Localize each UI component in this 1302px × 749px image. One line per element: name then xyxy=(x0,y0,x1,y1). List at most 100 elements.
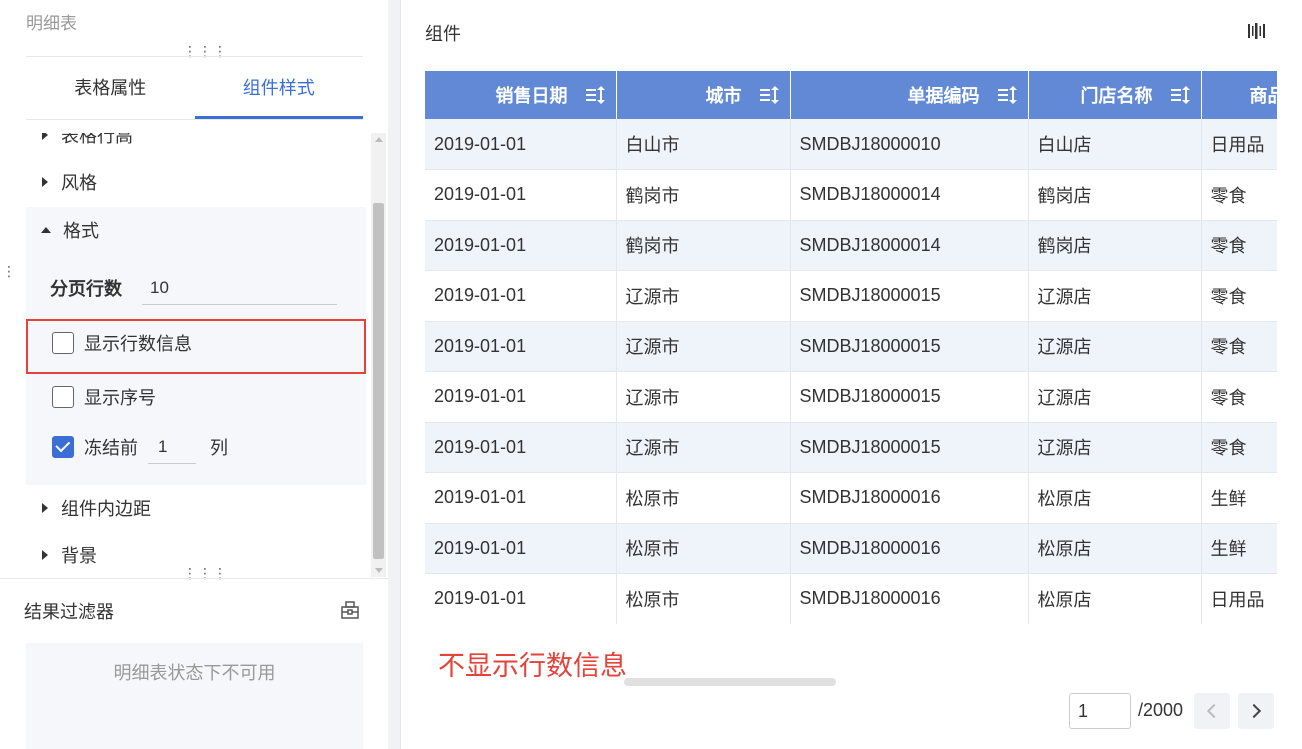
table-row[interactable]: 2019-01-01 辽源市 SMDBJ18000015 辽源店 零食 xyxy=(425,321,1277,372)
resize-handle-bottom[interactable]: ⋮⋮⋮ xyxy=(183,566,228,580)
table-cell: 松原市 xyxy=(616,523,791,574)
table-row[interactable]: 2019-01-01 辽源市 SMDBJ18000015 辽源店 零食 xyxy=(425,371,1277,423)
table-row[interactable]: 2019-01-01 辽源市 SMDBJ18000015 辽源店 零食 xyxy=(425,422,1277,473)
column-header[interactable]: 门店名称 xyxy=(1028,71,1202,119)
table-row[interactable]: 2019-01-01 鹤岗市 SMDBJ18000014 鹤岗店 零食 xyxy=(425,169,1277,221)
table-row[interactable]: 2019-01-01 白山市 SMDBJ18000010 白山店 日用品 xyxy=(425,119,1277,170)
component-title: 组件 xyxy=(425,24,461,44)
scroll-down-icon[interactable] xyxy=(375,568,383,573)
page-rows-setting: 分页行数 xyxy=(50,271,337,305)
filter-settings-icon[interactable] xyxy=(340,600,360,620)
prev-page-button[interactable] xyxy=(1194,693,1230,729)
table-cell: 2019-01-01 xyxy=(425,270,617,322)
table-row[interactable]: 2019-01-01 松原市 SMDBJ18000016 松原店 日用品 xyxy=(425,573,1277,624)
table-body: 2019-01-01 白山市 SMDBJ18000010 白山店 日用品 2019-01-… xyxy=(425,119,1277,624)
table-cell: 辽源市 xyxy=(616,371,791,423)
column-header-label: 门店名称 xyxy=(1080,86,1153,106)
sort-icon[interactable] xyxy=(585,86,606,104)
component-panel: 组件 销售日期 城市 单据编码 门店名称 商品 2019-01-01 白山市 SMDBJ18… xyxy=(400,0,1302,749)
result-filter-box: 明细表状态下不可用 xyxy=(26,643,363,749)
show-index-option[interactable]: 显示序号 xyxy=(52,384,156,410)
table-cell: 鹤岗店 xyxy=(1028,220,1202,271)
freeze-columns-input[interactable] xyxy=(148,430,196,464)
show-row-count-label: 显示行数信息 xyxy=(84,334,192,354)
caret-right-icon xyxy=(42,503,48,513)
table-cell: 辽源市 xyxy=(616,270,791,322)
table-cell: SMDBJ18000015 xyxy=(790,270,1029,322)
settings-scroll-area: 表格行高 风格 格式 分页行数 显示行数信息 显示序号 冻 xyxy=(26,133,371,577)
freeze-suffix-label: 列 xyxy=(210,438,228,458)
freeze-prefix-label: 冻结前 xyxy=(84,438,138,458)
page-total: /2000 xyxy=(1138,700,1184,720)
scroll-thumb[interactable] xyxy=(373,203,384,559)
table-cell: SMDBJ18000016 xyxy=(790,472,1029,524)
settings-scrollbar[interactable] xyxy=(371,133,386,577)
column-header[interactable]: 销售日期 xyxy=(425,71,617,119)
caret-right-icon xyxy=(42,550,48,560)
column-header-inner: 城市 xyxy=(706,82,780,108)
side-resize-handle[interactable]: ⋮ xyxy=(2,264,16,278)
section-label: 表格行高 xyxy=(61,133,133,146)
column-header[interactable]: 城市 xyxy=(616,71,791,119)
table-row[interactable]: 2019-01-01 鹤岗市 SMDBJ18000014 鹤岗店 零食 xyxy=(425,220,1277,271)
section-label: 组件内边距 xyxy=(61,499,151,519)
table-cell: 辽源店 xyxy=(1028,371,1202,423)
resize-handle-top[interactable]: ⋮⋮⋮ xyxy=(183,44,228,58)
divider xyxy=(0,578,388,579)
table-row[interactable]: 2019-01-01 松原市 SMDBJ18000016 松原店 生鲜 xyxy=(425,523,1277,574)
page-number-input[interactable] xyxy=(1069,693,1131,729)
next-page-button[interactable] xyxy=(1238,693,1274,729)
chevron-left-icon xyxy=(1206,703,1222,719)
column-header[interactable]: 单据编码 xyxy=(790,71,1029,119)
section-format[interactable]: 格式 xyxy=(26,210,366,250)
scroll-up-icon[interactable] xyxy=(375,137,383,142)
detail-table-container: 销售日期 城市 单据编码 门店名称 商品 2019-01-01 白山市 SMDBJ18000… xyxy=(425,71,1277,624)
table-cell: 松原市 xyxy=(616,573,791,624)
table-cell: 2019-01-01 xyxy=(425,371,617,423)
panel-title: 明细表 xyxy=(26,14,77,33)
table-cell: SMDBJ18000016 xyxy=(790,573,1029,624)
page-rows-label: 分页行数 xyxy=(50,279,122,299)
show-index-checkbox[interactable] xyxy=(52,386,74,408)
sort-icon[interactable] xyxy=(997,86,1018,104)
show-row-count-option[interactable]: 显示行数信息 xyxy=(52,330,192,356)
result-filter-title: 结果过滤器 xyxy=(24,602,114,622)
freeze-columns-checkbox[interactable] xyxy=(52,436,74,458)
tab-table-properties[interactable]: 表格属性 xyxy=(26,57,195,119)
table-cell: 生鲜 xyxy=(1201,523,1277,574)
column-header[interactable]: 商品 xyxy=(1201,71,1277,119)
section-table-row-height[interactable]: 表格行高 xyxy=(26,133,366,155)
table-cell: SMDBJ18000016 xyxy=(790,523,1029,574)
section-label: 背景 xyxy=(61,546,97,566)
sort-icon[interactable] xyxy=(759,86,780,104)
filter-unavailable-text: 明细表状态下不可用 xyxy=(113,663,276,683)
table-cell: 2019-01-01 xyxy=(425,573,617,624)
section-style[interactable]: 风格 xyxy=(26,162,366,202)
caret-down-icon xyxy=(41,227,51,233)
table-cell: SMDBJ18000010 xyxy=(790,119,1029,170)
horizontal-scrollbar[interactable] xyxy=(624,678,836,686)
table-cell: 辽源市 xyxy=(616,321,791,372)
column-header-label: 单据编码 xyxy=(907,86,980,106)
table-cell: 2019-01-01 xyxy=(425,169,617,221)
table-cell: 生鲜 xyxy=(1201,472,1277,524)
show-row-count-checkbox[interactable] xyxy=(52,332,74,354)
table-cell: 2019-01-01 xyxy=(425,472,617,524)
panel-separator xyxy=(388,0,400,749)
table-cell: 松原店 xyxy=(1028,523,1202,574)
column-header-label: 城市 xyxy=(705,86,742,106)
column-header-label: 销售日期 xyxy=(495,86,568,106)
column-header-label: 商品 xyxy=(1249,86,1278,106)
table-cell: 日用品 xyxy=(1201,573,1277,624)
table-cell: SMDBJ18000015 xyxy=(790,422,1029,473)
barcode-icon[interactable] xyxy=(1247,21,1267,41)
tab-component-style[interactable]: 组件样式 xyxy=(194,57,363,119)
table-cell: 日用品 xyxy=(1201,119,1277,170)
table-row[interactable]: 2019-01-01 松原市 SMDBJ18000016 松原店 生鲜 xyxy=(425,472,1277,524)
page-rows-input[interactable] xyxy=(142,271,337,305)
left-settings-panel: 明细表 ⋮⋮⋮ 表格属性 组件样式 表格行高 风格 格式 分页行数 显示 xyxy=(0,0,388,749)
table-cell: 零食 xyxy=(1201,220,1277,271)
table-row[interactable]: 2019-01-01 辽源市 SMDBJ18000015 辽源店 零食 xyxy=(425,270,1277,322)
sort-icon[interactable] xyxy=(1170,86,1191,104)
section-padding[interactable]: 组件内边距 xyxy=(26,488,366,528)
